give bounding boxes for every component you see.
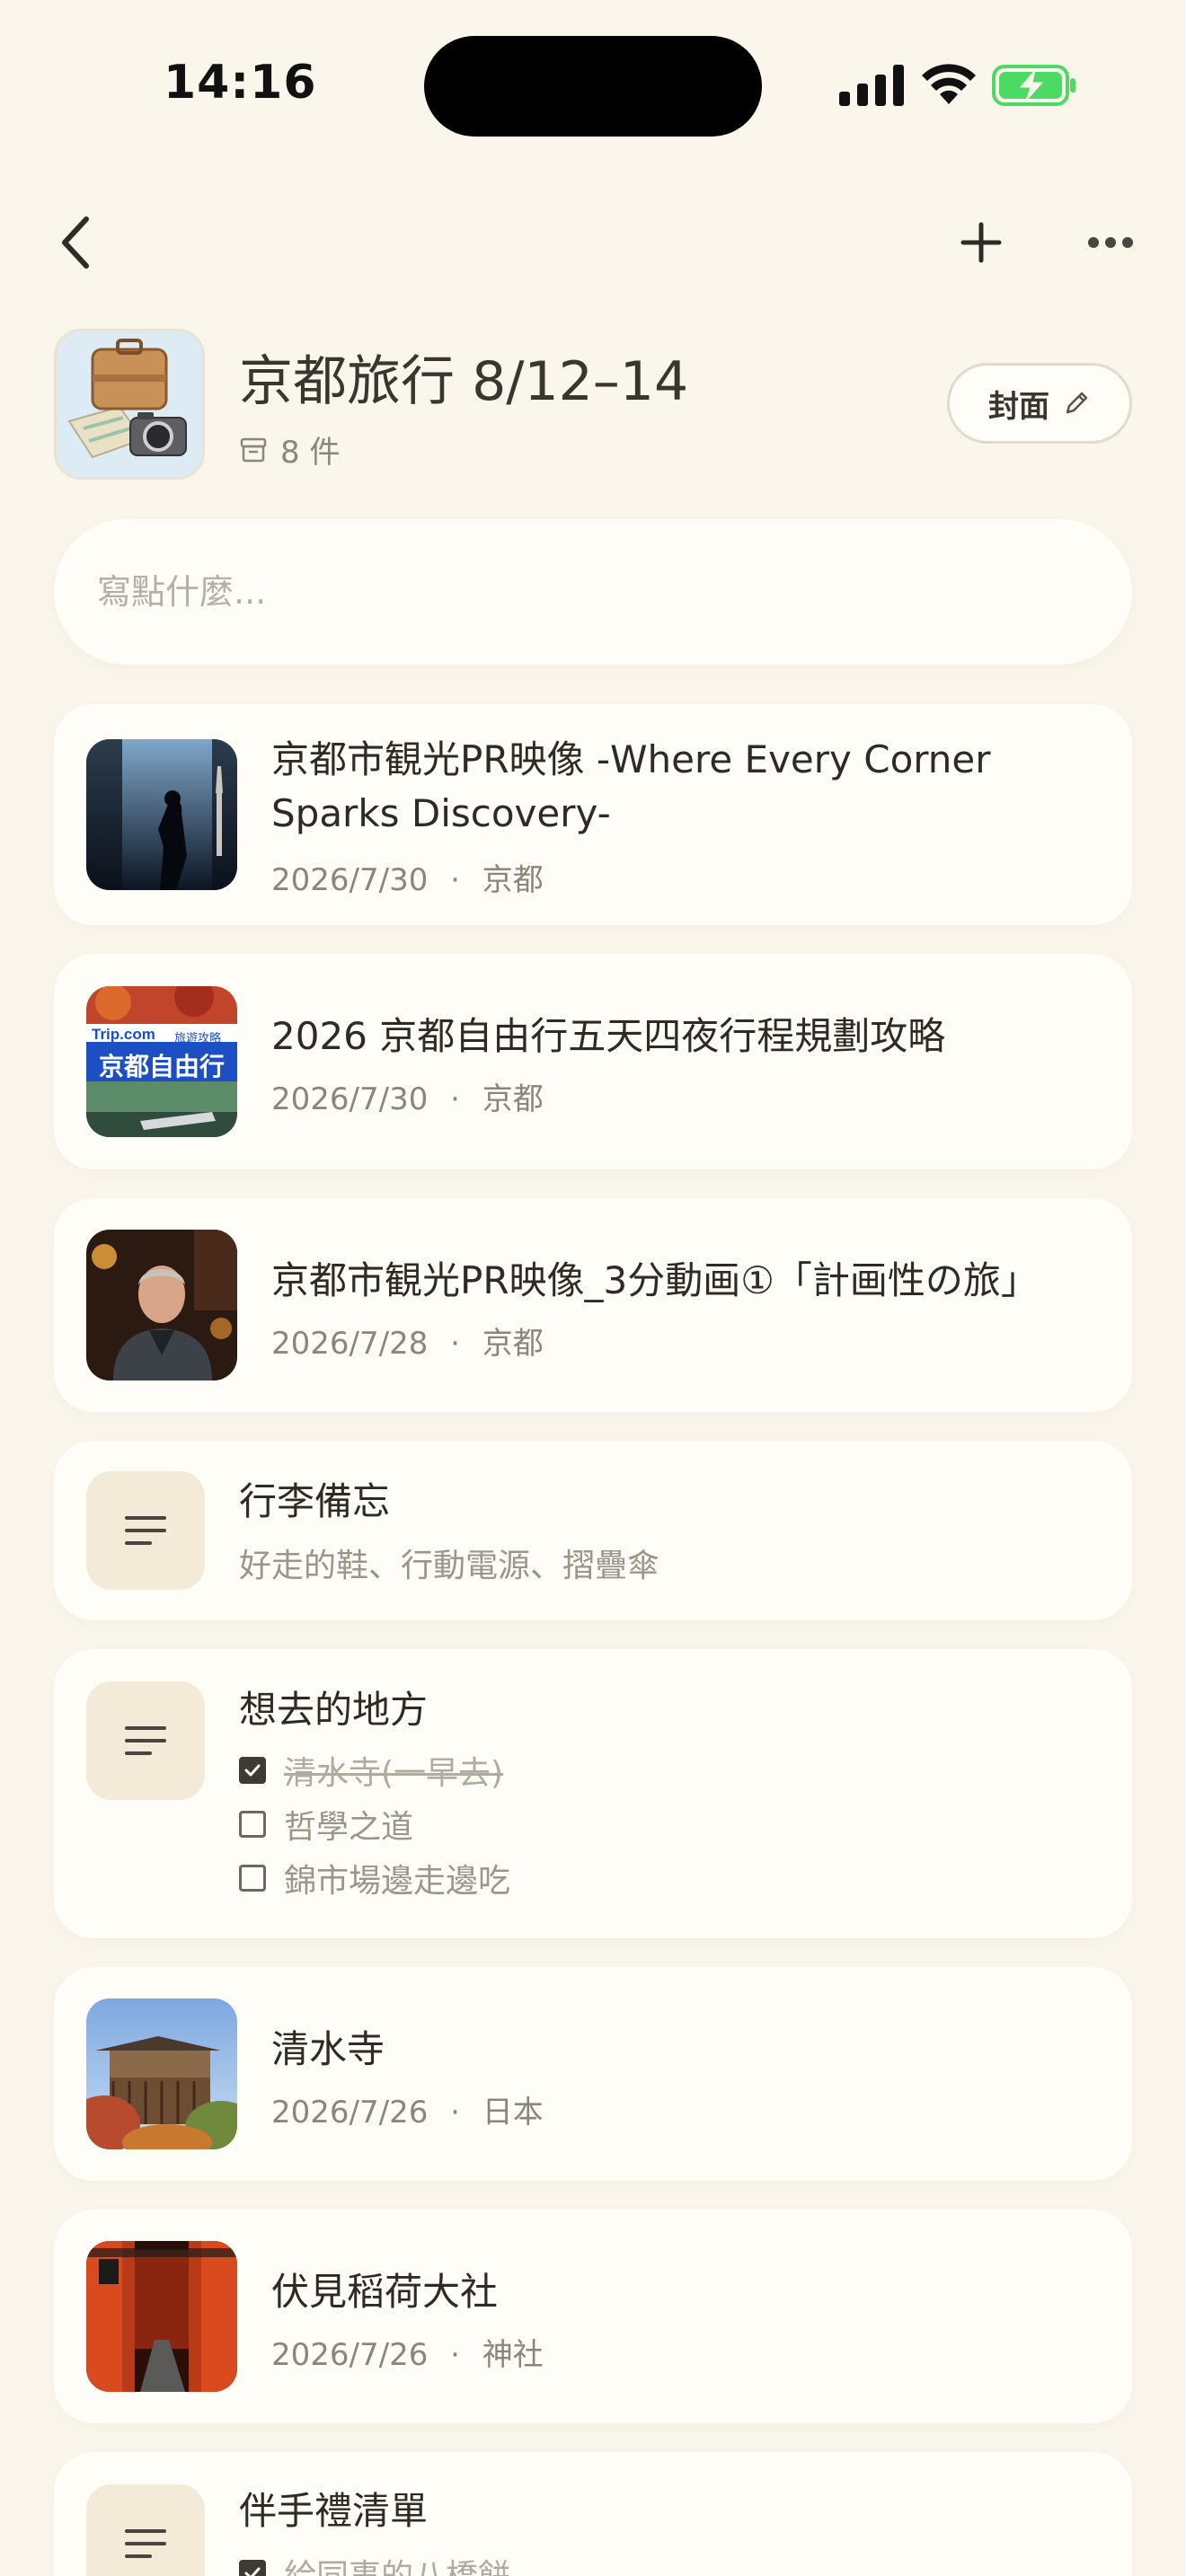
place-thumbnail (86, 2241, 237, 2392)
top-nav (0, 198, 1186, 287)
meta-separator: · (450, 2095, 460, 2130)
list-item-title: 京都市観光PR映像_3分動画①「計画性の旅」 (271, 1258, 1039, 1302)
list-item-date: 2026/7/30 (271, 1081, 429, 1117)
thumbnail-brand-sub: 旅遊攻略 (174, 1032, 222, 1045)
list-item-title: 2026 京都自由行五天四夜行程規劃攻略 (271, 1014, 946, 1058)
list-item-title: 京都市観光PR映像 -Where Every Corner Sparks Dis… (271, 737, 991, 835)
list-item-tag: 京都 (482, 1326, 544, 1362)
status-bar: 14:16 (0, 0, 1186, 171)
checkbox-checked-icon[interactable] (239, 2560, 266, 2576)
list-item[interactable]: 伏見稻荷大社 2026/7/26 · 神社 (54, 2210, 1132, 2423)
checklist-item[interactable]: 哲學之道 (239, 1802, 413, 1847)
thumbnail-banner: 京都自由行 (98, 1052, 225, 1081)
back-button[interactable] (31, 198, 120, 287)
list-item-meta: 2026/7/26 · 日本 (271, 2087, 544, 2131)
item-count-label: 8 件 (280, 435, 341, 471)
list-item-date: 2026/7/26 (271, 2095, 429, 2130)
checklist-item-label: 給同事的八橋餅 (284, 2550, 510, 2576)
note-icon-tile (86, 2484, 205, 2576)
meta-separator: · (450, 2337, 460, 2373)
checkbox-checked-icon[interactable] (239, 1757, 266, 1784)
list-item-title: 伏見稻荷大社 (271, 2270, 499, 2314)
list-item-meta: 2026/7/30 · 京都 (271, 1074, 544, 1118)
meta-separator: · (450, 1326, 460, 1362)
article-thumbnail: Trip.com 旅遊攻略 京都自由行 (86, 986, 237, 1137)
list-item-tag: 京都 (482, 1081, 544, 1117)
suitcase-camera-illustration (57, 331, 202, 477)
checklist-item-label: 清水寺(一早去) (284, 1755, 504, 1792)
list-item[interactable]: 伴手禮清單 給同事的八橋餅 (54, 2452, 1132, 2576)
place-thumbnail (86, 1998, 237, 2149)
archive-box-icon (240, 437, 267, 462)
item-count: 8 件 (239, 428, 340, 472)
collection-title: 京都旅行 8/12–14 (239, 350, 689, 413)
list-item-meta: 2026/7/30 · 京都 (271, 855, 544, 899)
list-item-meta: 2026/7/28 · 京都 (271, 1319, 544, 1363)
meta-separator: · (450, 862, 460, 898)
list-item-title: 清水寺 (271, 2027, 385, 2071)
list-item-date: 2026/7/30 (271, 862, 429, 898)
list-item[interactable]: Trip.com 旅遊攻略 京都自由行 2026 京都自由行五天四夜行程規劃攻略… (54, 954, 1132, 1169)
checklist-item[interactable]: 錦市場邊走邊吃 (239, 1856, 510, 1901)
wifi-icon (922, 64, 976, 104)
video-thumbnail (86, 1230, 237, 1381)
chevron-left-icon (62, 216, 89, 269)
edit-cover-button[interactable]: 封面 (947, 363, 1132, 444)
list-item-meta: 2026/7/26 · 神社 (271, 2330, 544, 2374)
list-item[interactable]: 想去的地方 清水寺(一早去) 哲學之道 錦市場邊走邊吃 (54, 1649, 1132, 1938)
battery-charging-icon (992, 65, 1075, 106)
list-item[interactable]: 行李備忘 好走的鞋、行動電源、摺疊傘 (54, 1441, 1132, 1620)
ellipsis-icon (1088, 237, 1133, 248)
thumbnail-brand: Trip.com (92, 1026, 155, 1043)
list-item[interactable]: 清水寺 2026/7/26 · 日本 (54, 1967, 1132, 2181)
text-lines-icon (125, 1516, 166, 1545)
video-thumbnail (86, 739, 237, 890)
list-item[interactable]: 京都市観光PR映像_3分動画①「計画性の旅」 2026/7/28 · 京都 (54, 1198, 1132, 1412)
plus-icon (960, 222, 1002, 263)
meta-separator: · (450, 1081, 460, 1117)
note-input[interactable] (97, 519, 1085, 665)
note-icon-tile (86, 1681, 205, 1800)
checkbox-unchecked-icon[interactable] (239, 1865, 266, 1892)
status-time: 14:16 (164, 56, 317, 110)
list-item-tag: 日本 (482, 2095, 544, 2130)
list-item-title: 想去的地方 (239, 1688, 429, 1732)
checkbox-unchecked-icon[interactable] (239, 1811, 266, 1838)
more-button[interactable] (1066, 198, 1155, 287)
edit-cover-label: 封面 (988, 388, 1049, 425)
list-item[interactable]: 京都市観光PR映像 -Where Every Corner Sparks Dis… (54, 704, 1132, 925)
text-lines-icon (125, 2529, 166, 2558)
collection-cover-image[interactable] (54, 329, 205, 480)
checklist-item-label: 錦市場邊走邊吃 (284, 1863, 511, 1900)
list-item-title: 伴手禮清單 (239, 2489, 429, 2533)
checklist-item-label: 哲學之道 (284, 1809, 414, 1846)
note-icon-tile (86, 1471, 205, 1590)
dynamic-island (424, 36, 762, 137)
list-item-tag: 神社 (482, 2337, 544, 2373)
text-lines-icon (125, 1726, 166, 1755)
list-item-tag: 京都 (482, 862, 544, 898)
checklist-item[interactable]: 清水寺(一早去) (239, 1748, 503, 1793)
note-preview: 好走的鞋、行動電源、摺疊傘 (239, 1548, 660, 1584)
checklist-item[interactable]: 給同事的八橋餅 (239, 2551, 510, 2576)
collection-header: 京都旅行 8/12–14 8 件 封面 (54, 329, 1132, 480)
list-item-date: 2026/7/26 (271, 2337, 429, 2373)
pencil-icon (1066, 392, 1088, 414)
list-item-title: 行李備忘 (239, 1479, 391, 1523)
cellular-signal-icon (839, 65, 904, 106)
list-item-date: 2026/7/28 (271, 1326, 429, 1362)
note-composer (54, 519, 1132, 665)
add-button[interactable] (936, 198, 1026, 287)
